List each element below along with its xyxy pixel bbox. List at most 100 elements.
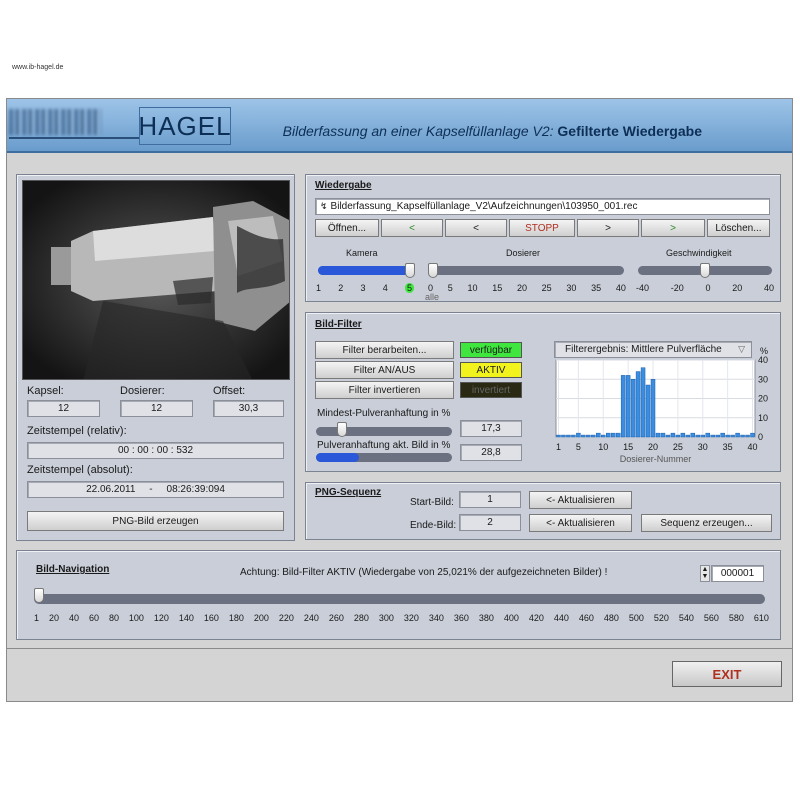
chart-bar (710, 434, 715, 438)
counter-stepper-icon[interactable]: ▲ ▼ (700, 565, 710, 582)
camera-slider-label: Kamera (346, 248, 378, 258)
frame-navigation-slider[interactable] (34, 594, 765, 604)
dosierer-field: 12 (120, 400, 193, 417)
speed-tick: -20 (670, 283, 684, 293)
camera-slider-thumb[interactable] (405, 263, 415, 278)
speed-tick: -40 (636, 283, 650, 293)
navigation-tick: 60 (88, 613, 99, 623)
navigation-tick: 500 (628, 613, 644, 623)
first-frame-button[interactable]: < (381, 219, 443, 237)
chart-bar (606, 432, 611, 438)
dosierer-slider[interactable] (428, 266, 624, 275)
chart-bar (625, 375, 631, 438)
speed-slider-ticks: -40 -20 0 20 40 (636, 283, 774, 293)
open-button[interactable]: Öffnen... (315, 219, 379, 237)
chart-bar (581, 434, 586, 438)
chart-x-tick: 30 (698, 442, 708, 452)
app-title-bold: Gefilterte Wiedergabe (557, 123, 702, 139)
playback-title: Wiedergabe (315, 180, 372, 191)
navigation-tick: 100 (128, 613, 144, 623)
start-image-field[interactable]: 1 (459, 491, 521, 508)
png-image-button[interactable]: PNG-Bild erzeugen (27, 511, 284, 531)
current-adhesion-bar (316, 453, 452, 462)
chart-bar (571, 434, 576, 438)
dosierer-slider-thumb[interactable] (428, 263, 438, 278)
navigation-tick: 520 (653, 613, 669, 623)
filter-invert-button[interactable]: Filter invertieren (315, 381, 454, 399)
filter-edit-button[interactable]: Filter berarbeiten... (315, 341, 454, 359)
file-path-field[interactable]: ↯ Bilderfassung_Kapselfüllanlage_V2\Aufz… (315, 198, 770, 215)
navigation-title: Bild-Navigation (36, 564, 110, 575)
end-image-field[interactable]: 2 (459, 514, 521, 531)
chart-bar (610, 432, 616, 438)
navigation-tick: 400 (503, 613, 519, 623)
chart-x-tick: 15 (623, 442, 633, 452)
navigation-tick: 140 (178, 613, 194, 623)
navigation-tick: 360 (453, 613, 469, 623)
camera-tick: 5 (404, 283, 414, 293)
camera-slider-fill (318, 266, 414, 275)
frame-navigation-thumb[interactable] (34, 588, 44, 603)
frame-navigation-ticks: 1 20 40 60 80 100 120 140 160 180 200 220 240 260 280 3… (34, 613, 769, 623)
delete-button[interactable]: Löschen... (707, 219, 770, 237)
chart-bar (685, 434, 691, 438)
refresh-start-button[interactable]: <- Aktualisieren (529, 491, 632, 509)
speed-tick: 0 (705, 283, 711, 293)
exit-button[interactable]: EXIT (672, 661, 782, 687)
navigation-tick: 180 (228, 613, 244, 623)
min-adhesion-field[interactable]: 17,3 (460, 420, 522, 437)
dosierer-tick: 35 (591, 283, 602, 293)
dosierer-tick: 5 (447, 283, 453, 293)
filter-available-indicator: verfügbar (460, 342, 522, 358)
navigation-tick: 120 (153, 613, 169, 623)
chart-bar (740, 434, 745, 438)
chart-bar (680, 432, 686, 438)
navigation-tick: 420 (528, 613, 544, 623)
chart-bar (735, 432, 740, 438)
frame-counter-field[interactable]: 000001 (711, 565, 764, 582)
navigation-tick: 580 (728, 613, 744, 623)
prev-frame-button[interactable]: < (445, 219, 507, 237)
navigation-tick: 20 (48, 613, 59, 623)
last-frame-button[interactable]: > (641, 219, 705, 237)
footer-divider (6, 648, 793, 649)
next-frame-button[interactable]: > (577, 219, 639, 237)
navigation-tick: 340 (428, 613, 444, 623)
filter-warning: Achtung: Bild-Filter AKTIV (Wiedergabe v… (240, 567, 608, 578)
chart-bar (745, 434, 750, 438)
chart-x-label: Dosierer-Nummer (620, 454, 692, 464)
start-image-label: Start-Bild: (410, 497, 454, 508)
chart-bar (705, 432, 710, 438)
png-sequence-title: PNG-Sequenz (315, 487, 382, 498)
refresh-end-button[interactable]: <- Aktualisieren (529, 514, 632, 532)
chart-y-tick: 10 (758, 413, 768, 423)
logo-underline (9, 137, 139, 139)
stop-button[interactable]: STOPP (509, 219, 575, 237)
chart-bar (695, 434, 701, 438)
kapsel-field: 12 (27, 400, 100, 417)
camera-slider[interactable] (318, 266, 414, 275)
speed-slider-thumb[interactable] (700, 263, 710, 278)
navigation-tick: 300 (378, 613, 394, 623)
camera-tick: 2 (338, 283, 344, 293)
min-adhesion-thumb[interactable] (337, 422, 348, 437)
timestamp-relative-field: 00 : 00 : 00 : 532 (27, 442, 284, 459)
chart-bar (720, 432, 725, 438)
chart-y-tick: 0 (758, 432, 763, 442)
offset-label: Offset: (213, 385, 246, 397)
dosierer-tick: 20 (516, 283, 527, 293)
create-sequence-button[interactable]: Sequenz erzeugen... (641, 514, 772, 532)
chart-bar (566, 434, 571, 438)
dosierer-tick: 25 (541, 283, 552, 293)
filter-toggle-button[interactable]: Filter AN/AUS (315, 361, 454, 379)
speed-slider-label: Geschwindigkeit (666, 248, 732, 258)
current-adhesion-field: 28,8 (460, 444, 522, 461)
navigation-tick: 1 (34, 613, 40, 623)
dosierer-slider-label: Dosierer (506, 248, 541, 258)
chart-bar (596, 432, 601, 438)
website-url: www.ib-hagel.de (12, 64, 64, 71)
timestamp-absolute-field: 22.06.2011 - 08:26:39:094 (27, 481, 284, 498)
chart-bar (715, 434, 720, 438)
chart-bar (620, 375, 626, 438)
chart-bar (630, 379, 636, 438)
